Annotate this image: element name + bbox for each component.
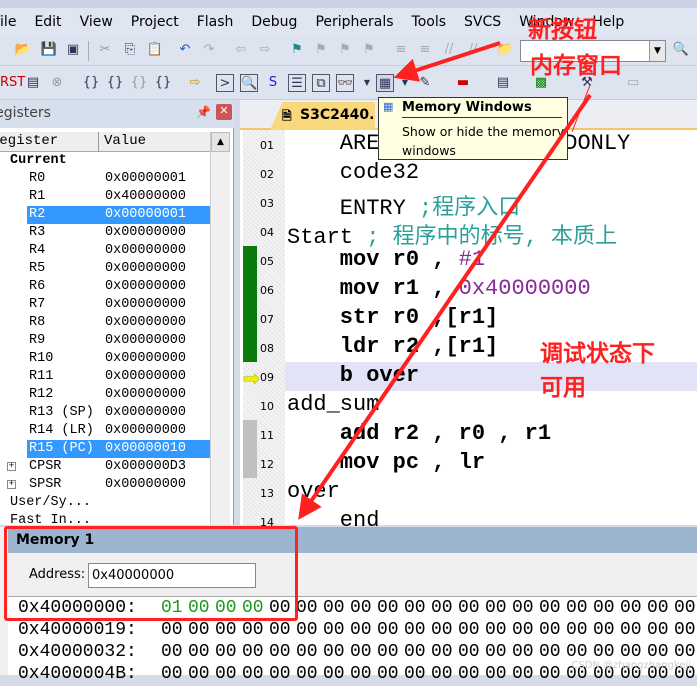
highlight-box-memory	[4, 526, 298, 621]
annotation-memory-window: 内存窗口	[530, 53, 622, 79]
thin-line	[571, 84, 591, 133]
annotation-debug-only-2: 可用	[540, 375, 586, 401]
annotation-new-button: 新按钮	[528, 17, 597, 43]
arrow-to-memory-window	[298, 93, 592, 520]
arrow-to-new-button	[393, 41, 501, 82]
annotation-debug-only-1: 调试状态下	[540, 341, 655, 367]
